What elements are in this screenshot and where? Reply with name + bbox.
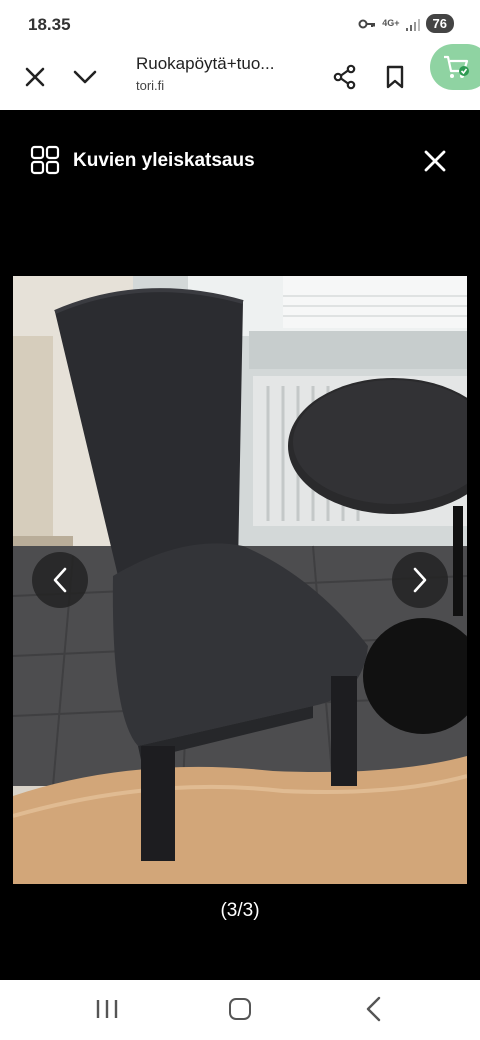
- close-icon: [424, 150, 446, 172]
- page-title: Ruokapöytä+tuo...: [136, 54, 275, 73]
- gallery-header: Kuvien yleiskatsaus: [0, 110, 480, 210]
- next-image-button[interactable]: [392, 552, 448, 608]
- gallery-title: Kuvien yleiskatsaus: [73, 150, 255, 171]
- browser-toolbar: Ruokapöytä+tuo... tori.fi: [0, 44, 480, 110]
- page-url: tori.fi: [136, 78, 165, 93]
- image-counter: (3/3): [220, 900, 260, 921]
- share-icon: [333, 64, 356, 90]
- bookmark-button[interactable]: [374, 56, 416, 98]
- back-icon[interactable]: [364, 996, 384, 1022]
- page-info[interactable]: Ruokapöytä+tuo... tori.fi: [136, 54, 316, 93]
- cart-button[interactable]: [430, 44, 480, 90]
- home-icon[interactable]: [229, 998, 251, 1020]
- system-navigation-bar: [0, 980, 480, 1040]
- cart-icon: [444, 55, 469, 78]
- close-icon: [25, 67, 45, 87]
- signal-icon: [405, 18, 420, 31]
- recent-apps-icon[interactable]: [94, 998, 120, 1020]
- share-button[interactable]: [324, 56, 366, 98]
- grid-icon: [30, 145, 60, 175]
- collapse-button[interactable]: [64, 56, 106, 98]
- chevron-right-icon: [413, 567, 427, 593]
- previous-image-button[interactable]: [32, 552, 88, 608]
- chevron-left-icon: [53, 567, 67, 593]
- status-icons: 4G+ 76: [358, 14, 454, 33]
- battery-indicator: 76: [425, 14, 454, 33]
- status-time: 18.35: [28, 15, 71, 34]
- gallery-close-button[interactable]: [418, 144, 452, 178]
- close-tab-button[interactable]: [14, 56, 56, 98]
- chevron-down-icon: [73, 70, 97, 84]
- status-bar: 18.35 4G+ 76: [0, 0, 480, 44]
- network-label: 4G+: [382, 18, 400, 28]
- key-icon: [358, 17, 376, 31]
- bookmark-icon: [386, 65, 404, 89]
